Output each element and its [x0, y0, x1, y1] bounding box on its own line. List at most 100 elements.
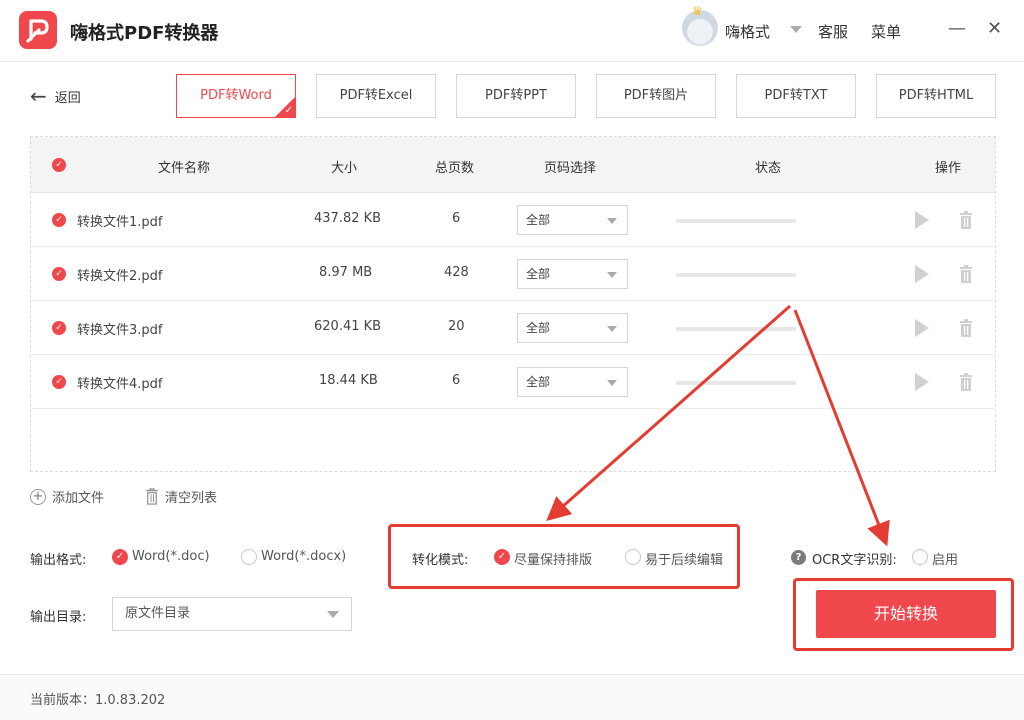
- row-checkbox[interactable]: ✓: [52, 321, 66, 335]
- tab-label: PDF转TXT: [764, 88, 828, 103]
- clear-list-label: 清空列表: [165, 491, 218, 506]
- tab-label: PDF转Excel: [339, 88, 413, 103]
- version-text: 当前版本：1.0.83.202: [30, 693, 166, 708]
- table-row: ✓ 转换文件1.pdf 437.82 KB 6 全部: [31, 193, 995, 247]
- page-range-select[interactable]: 全部: [517, 367, 628, 397]
- app-logo-icon: [19, 11, 57, 49]
- page-count: 6: [452, 211, 461, 226]
- user-dropdown-icon[interactable]: [790, 26, 802, 33]
- file-name: 转换文件1.pdf: [77, 215, 163, 230]
- minimize-icon[interactable]: —: [948, 18, 966, 39]
- tab-label: PDF转HTML: [898, 88, 974, 103]
- chevron-down-icon: [607, 380, 617, 386]
- trash-icon[interactable]: [959, 319, 973, 337]
- close-icon[interactable]: ✕: [987, 18, 1002, 39]
- page-count: 6: [452, 373, 461, 388]
- tab-pdf-to-word[interactable]: PDF转Word ✓: [176, 74, 296, 118]
- header-page-range: 页码选择: [544, 161, 597, 176]
- table-row: ✓ 转换文件2.pdf 8.97 MB 428 全部: [31, 247, 995, 301]
- crown-icon: ♛: [692, 4, 703, 18]
- header-file-name: 文件名称: [158, 161, 211, 176]
- header-actions: 操作: [935, 161, 962, 176]
- back-arrow-icon: ←: [30, 84, 47, 108]
- add-file-button[interactable]: + 添加文件: [30, 487, 104, 506]
- chevron-down-icon: [607, 272, 617, 278]
- tab-pdf-to-excel[interactable]: PDF转Excel: [316, 74, 436, 118]
- page-range-value: 全部: [526, 321, 551, 335]
- row-checkbox[interactable]: ✓: [52, 267, 66, 281]
- add-file-label: 添加文件: [52, 491, 105, 506]
- file-size: 18.44 KB: [319, 373, 378, 388]
- app-title: 嗨格式PDF转换器: [70, 23, 219, 44]
- highlight-box-start: [793, 578, 1014, 651]
- clear-list-button[interactable]: 清空列表: [145, 487, 217, 506]
- file-size: 437.82 KB: [314, 211, 382, 226]
- page-range-select[interactable]: 全部: [517, 205, 628, 235]
- output-format-label: 输出格式:: [30, 553, 87, 568]
- page-count: 428: [444, 265, 469, 280]
- add-icon: +: [30, 488, 46, 505]
- tab-pdf-to-html[interactable]: PDF转HTML: [876, 74, 996, 118]
- page-range-select[interactable]: 全部: [517, 313, 628, 343]
- header-status: 状态: [755, 161, 782, 176]
- file-name: 转换文件4.pdf: [77, 377, 163, 392]
- tab-pdf-to-txt[interactable]: PDF转TXT: [736, 74, 856, 118]
- tab-label: PDF转图片: [623, 88, 689, 103]
- chevron-down-icon: [607, 218, 617, 224]
- chevron-down-icon: [607, 326, 617, 332]
- trash-icon[interactable]: [959, 373, 973, 391]
- page-range-value: 全部: [526, 267, 551, 281]
- file-size: 620.41 KB: [314, 319, 382, 334]
- tab-pdf-to-ppt[interactable]: PDF转PPT: [456, 74, 576, 118]
- file-name: 转换文件3.pdf: [77, 323, 163, 338]
- header-pages: 总页数: [435, 161, 475, 176]
- row-checkbox[interactable]: ✓: [52, 213, 66, 227]
- format-doc-label[interactable]: Word(*.doc): [132, 549, 210, 564]
- file-name: 转换文件2.pdf: [77, 269, 163, 284]
- table-row: ✓ 转换文件3.pdf 620.41 KB 20 全部: [31, 301, 995, 355]
- play-icon[interactable]: [915, 319, 929, 337]
- user-name[interactable]: 嗨格式: [725, 21, 770, 42]
- trash-icon[interactable]: [959, 211, 973, 229]
- check-icon: ✓: [284, 105, 293, 116]
- trash-icon: [146, 488, 158, 505]
- tab-pdf-to-image[interactable]: PDF转图片: [596, 74, 716, 118]
- back-button[interactable]: ← 返回: [30, 86, 81, 106]
- output-dir-value: 原文件目录: [125, 606, 191, 621]
- back-label: 返回: [54, 90, 81, 106]
- select-all-checkbox[interactable]: ✓: [52, 158, 66, 172]
- progress-bar: [676, 219, 796, 223]
- ocr-enable-radio[interactable]: [912, 549, 928, 565]
- format-docx-radio[interactable]: [241, 549, 257, 565]
- header-size: 大小: [331, 161, 358, 176]
- page-count: 20: [448, 319, 465, 334]
- format-doc-radio[interactable]: ✓: [112, 549, 128, 565]
- service-button[interactable]: 客服: [818, 21, 848, 42]
- progress-bar: [676, 327, 796, 331]
- ocr-enable-label[interactable]: 启用: [932, 549, 958, 568]
- page-range-value: 全部: [526, 213, 551, 227]
- title-bar: 嗨格式PDF转换器 ♛ 嗨格式 客服 菜单 — ✕: [0, 0, 1024, 62]
- menu-button[interactable]: 菜单: [871, 21, 901, 42]
- play-icon[interactable]: [915, 265, 929, 283]
- tab-label: PDF转Word: [200, 88, 272, 103]
- file-size: 8.97 MB: [319, 265, 373, 280]
- page-range-select[interactable]: 全部: [517, 259, 628, 289]
- trash-icon[interactable]: [959, 265, 973, 283]
- table-header: ✓ 文件名称 大小 总页数 页码选择 状态 操作: [31, 137, 995, 193]
- file-table: ✓ 文件名称 大小 总页数 页码选择 状态 操作 ✓ 转换文件1.pdf 437…: [30, 136, 996, 472]
- chevron-down-icon: [327, 611, 339, 618]
- row-checkbox[interactable]: ✓: [52, 375, 66, 389]
- highlight-box-mode: [388, 524, 740, 589]
- table-row: ✓ 转换文件4.pdf 18.44 KB 6 全部: [31, 355, 995, 409]
- play-icon[interactable]: [915, 373, 929, 391]
- progress-bar: [676, 273, 796, 277]
- ocr-label: OCR文字识别:: [812, 553, 897, 568]
- help-icon[interactable]: ?: [791, 550, 806, 565]
- format-docx-label[interactable]: Word(*.docx): [261, 549, 346, 564]
- output-dir-label: 输出目录:: [30, 610, 87, 625]
- play-icon[interactable]: [915, 211, 929, 229]
- footer: 当前版本：1.0.83.202: [0, 674, 1024, 720]
- page-range-value: 全部: [526, 375, 551, 389]
- output-dir-select[interactable]: 原文件目录: [112, 597, 352, 631]
